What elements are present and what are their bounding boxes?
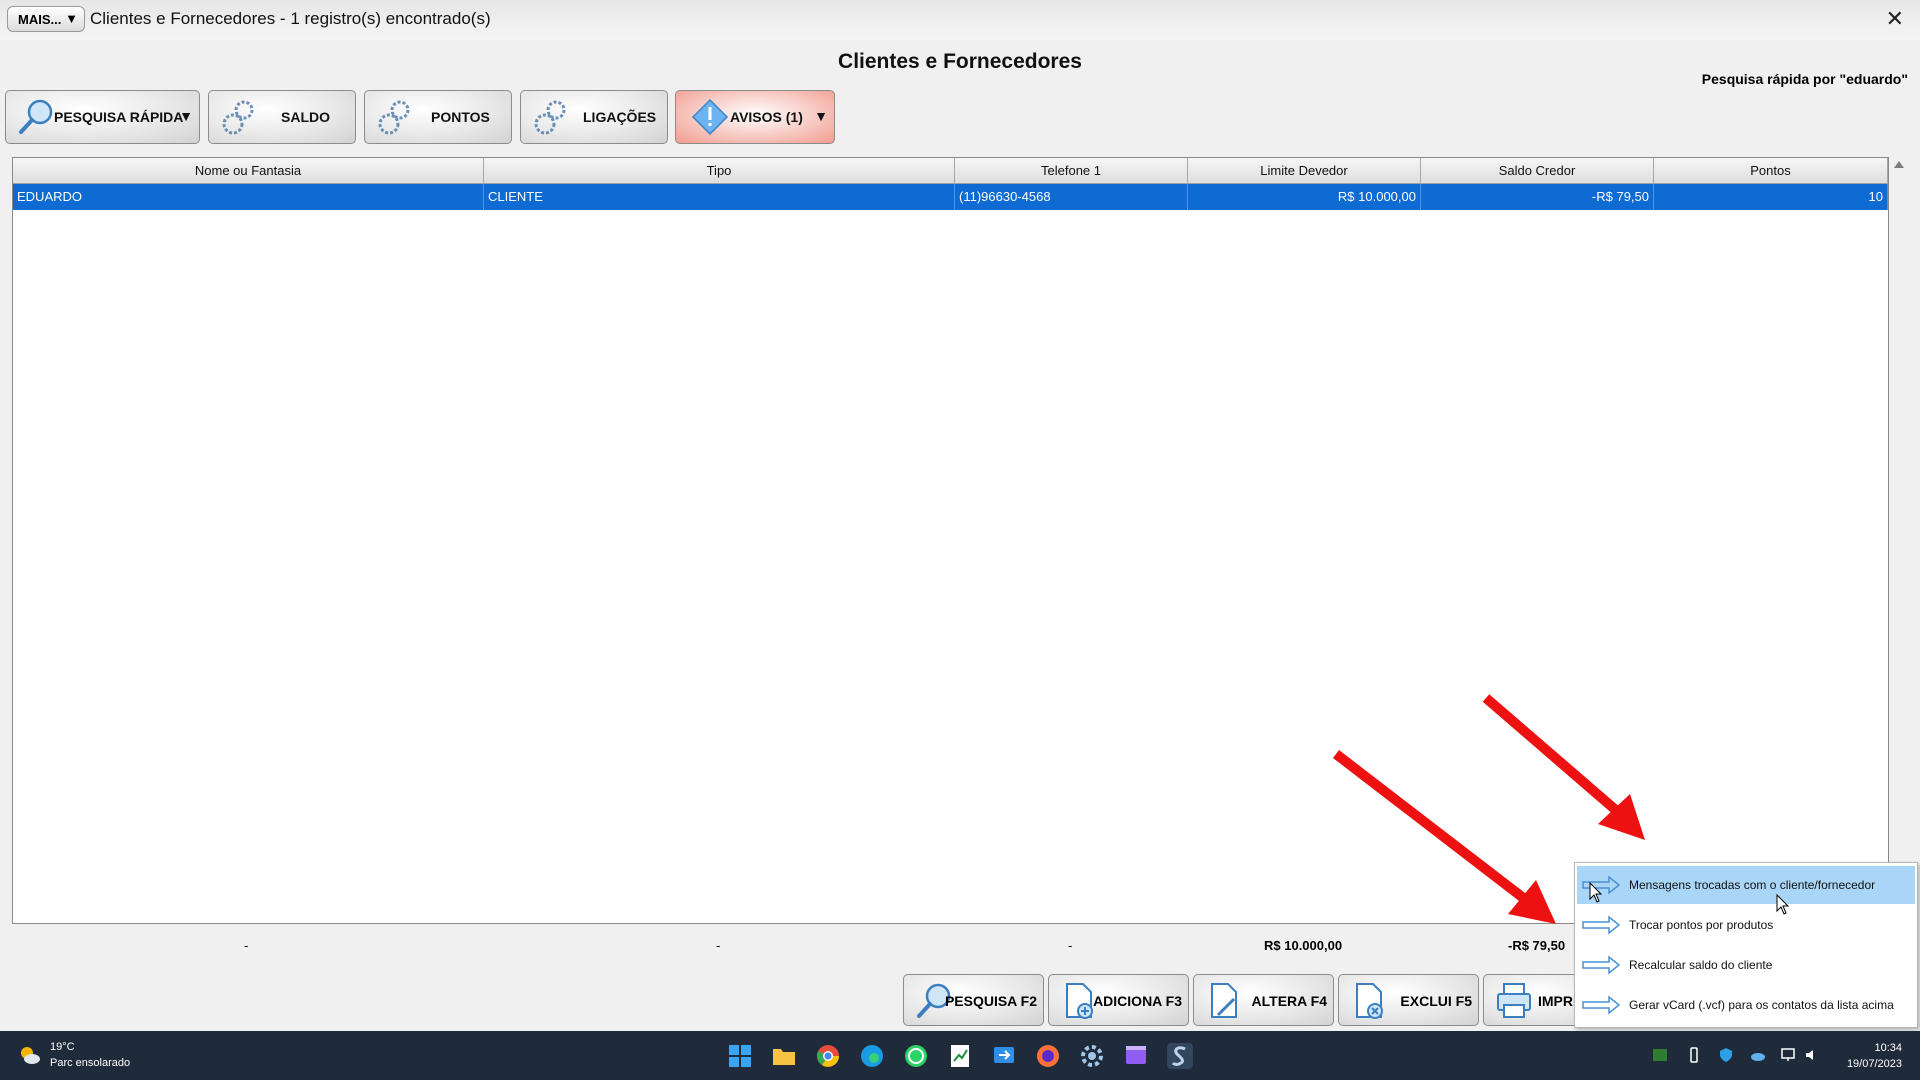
adiciona-button[interactable]: ADICIONA F3	[1048, 974, 1189, 1026]
menu-item-trocar-pontos[interactable]: Trocar pontos por produtos	[1577, 906, 1915, 944]
arrow-right-icon	[1582, 955, 1621, 975]
taskbar: 19°C Parc ensolarado 10:34 19/07/2023	[0, 1031, 1920, 1080]
context-menu: Mensagens trocadas com o cliente/fornece…	[1574, 862, 1918, 1028]
altera-button[interactable]: ALTERA F4	[1193, 974, 1334, 1026]
table-header: Nome ou Fantasia Tipo Telefone 1 Limite …	[13, 158, 1888, 184]
dropdown-arrow-icon[interactable]: ▼	[814, 108, 828, 124]
arrow-right-icon	[1582, 915, 1621, 935]
menu-item-mensagens[interactable]: Mensagens trocadas com o cliente/fornece…	[1577, 866, 1915, 904]
table-row[interactable]: EDUARDO CLIENTE (11)96630-4568 R$ 10.000…	[13, 184, 1888, 210]
arrow-right-icon	[1582, 995, 1621, 1015]
column-header[interactable]: Telefone 1	[955, 158, 1188, 183]
menu-item-label: Trocar pontos por produtos	[1629, 918, 1774, 932]
total-limite: R$ 10.000,00	[1264, 938, 1343, 953]
table-cell: CLIENTE	[484, 184, 955, 210]
pesquisa-button[interactable]: PESQUISA F2	[903, 974, 1044, 1026]
vertical-scrollbar[interactable]	[1890, 157, 1908, 924]
ligacoes-label: LIGAÇÕES	[583, 109, 657, 125]
ligacoes-button[interactable]: LIGAÇÕES	[520, 90, 668, 144]
edit-document-icon	[1211, 983, 1237, 1018]
imprime-label: IMPRI	[1538, 993, 1577, 1009]
security-shield-icon[interactable]	[1718, 1047, 1734, 1063]
weather-temperature: 19°C	[50, 1041, 75, 1053]
menu-item-label: Recalcular saldo do cliente	[1629, 958, 1773, 972]
table-cell: -R$ 79,50	[1421, 184, 1654, 210]
pontos-label: PONTOS	[431, 109, 490, 125]
column-header[interactable]: Nome ou Fantasia	[13, 158, 484, 183]
edge-icon[interactable]	[859, 1043, 885, 1069]
dropdown-arrow-icon: ▼	[65, 11, 78, 26]
more-menu-button[interactable]: MAIS... ▼	[7, 6, 85, 32]
network-icon[interactable]	[1780, 1047, 1796, 1063]
table-cell: 10	[1654, 184, 1888, 210]
clock-time: 10:34	[1874, 1042, 1902, 1054]
usb-icon[interactable]	[1686, 1047, 1702, 1063]
exclui-button[interactable]: EXCLUI F5	[1338, 974, 1479, 1026]
gears-icon	[222, 100, 254, 135]
quick-search-button[interactable]: PESQUISA RÁPIDA ▼	[5, 90, 200, 144]
close-icon[interactable]: ✕	[1886, 6, 1904, 32]
altera-label: ALTERA F4	[1251, 993, 1327, 1009]
avisos-button[interactable]: AVISOS (1) ▼	[675, 90, 835, 144]
mouse-cursor-icon	[1589, 882, 1603, 903]
menu-item-recalcular-saldo[interactable]: Recalcular saldo do cliente	[1577, 946, 1915, 984]
file-explorer-icon[interactable]	[771, 1043, 797, 1069]
quick-search-label: PESQUISA RÁPIDA	[54, 109, 184, 125]
remote-desktop-icon[interactable]	[991, 1043, 1017, 1069]
menu-item-label: Mensagens trocadas com o cliente/fornece…	[1629, 878, 1876, 892]
table-cell: R$ 10.000,00	[1188, 184, 1421, 210]
volume-icon[interactable]	[1804, 1047, 1820, 1063]
exclui-label: EXCLUI F5	[1400, 993, 1472, 1009]
saldo-label: SALDO	[281, 109, 330, 125]
table-cell: EDUARDO	[13, 184, 484, 210]
column-header[interactable]: Tipo	[484, 158, 955, 183]
column-header[interactable]: Pontos	[1654, 158, 1888, 183]
gears-icon	[378, 100, 410, 135]
dropdown-arrow-icon[interactable]: ▼	[179, 108, 193, 124]
page-title: Clientes e Fornecedores	[838, 50, 1082, 73]
printer-icon	[1497, 983, 1531, 1018]
saldo-button[interactable]: SALDO	[208, 90, 356, 144]
total-tipo: -	[716, 938, 721, 953]
scroll-up-icon[interactable]	[1894, 161, 1904, 168]
cloud-icon[interactable]	[1750, 1047, 1766, 1063]
partly-sunny-icon	[21, 1047, 40, 1064]
mouse-cursor-icon	[1776, 894, 1790, 915]
gears-icon	[534, 100, 566, 135]
adiciona-label: ADICIONA F3	[1093, 993, 1182, 1009]
menu-item-label: Gerar vCard (.vcf) para os contatos da l…	[1629, 998, 1894, 1012]
total-nome: -	[244, 938, 249, 953]
column-header[interactable]: Saldo Credor	[1421, 158, 1654, 183]
column-header[interactable]: Limite Devedor	[1188, 158, 1421, 183]
firefox-icon[interactable]	[1035, 1043, 1061, 1069]
warning-diamond-icon	[691, 98, 729, 136]
clients-table: Nome ou Fantasia Tipo Telefone 1 Limite …	[12, 157, 1889, 924]
more-menu-label: MAIS...	[18, 11, 62, 27]
pesquisa-label: PESQUISA F2	[944, 993, 1037, 1009]
spreadsheet-icon[interactable]	[947, 1043, 973, 1069]
pontos-button[interactable]: PONTOS	[364, 90, 512, 144]
title-bar: MAIS... ▼ Clientes e Fornecedores - 1 re…	[0, 0, 1920, 40]
weather-condition: Parc ensolarado	[50, 1057, 131, 1069]
menu-item-gerar-vcard[interactable]: Gerar vCard (.vcf) para os contatos da l…	[1577, 986, 1915, 1024]
search-filter-note: Pesquisa rápida por "eduardo"	[1701, 71, 1908, 87]
taskbar-clock[interactable]: 10:34 19/07/2023	[1847, 1040, 1902, 1072]
total-saldo: -R$ 79,50	[1508, 938, 1566, 953]
app-s-icon[interactable]	[1167, 1043, 1193, 1069]
video-editor-icon[interactable]	[1123, 1043, 1149, 1069]
whatsapp-icon[interactable]	[903, 1043, 929, 1069]
table-cell: (11)96630-4568	[955, 184, 1188, 210]
delete-document-icon	[1356, 983, 1383, 1019]
clock-date: 19/07/2023	[1846, 1058, 1902, 1070]
chrome-icon[interactable]	[815, 1043, 841, 1069]
settings-gear-icon[interactable]	[1079, 1043, 1105, 1069]
avisos-label: AVISOS (1)	[730, 109, 803, 125]
window-title: Clientes e Fornecedores - 1 registro(s) …	[90, 9, 491, 28]
tray-app-icon[interactable]	[1652, 1047, 1668, 1063]
magnifier-icon	[19, 99, 53, 134]
total-telefone: -	[1068, 938, 1073, 953]
windows-start-icon[interactable]	[727, 1043, 753, 1069]
